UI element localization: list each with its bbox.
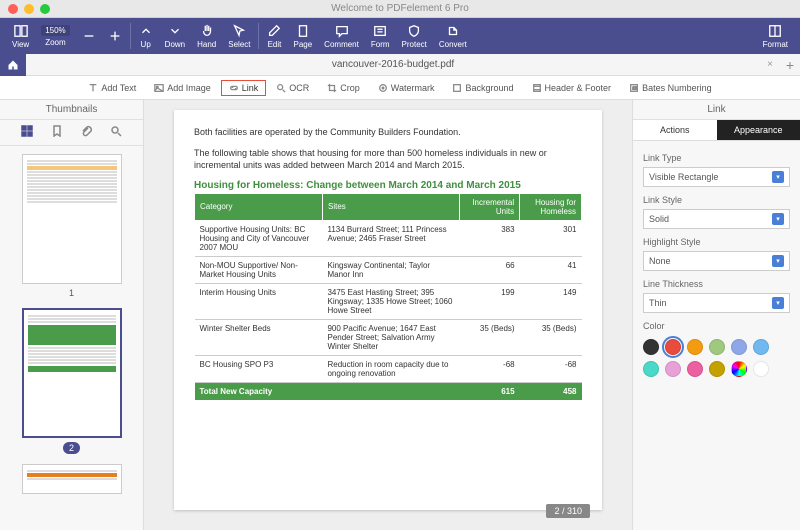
table-title: Housing for Homeless: Change between Mar…	[194, 180, 582, 191]
col-category: Category	[195, 193, 323, 220]
edit-button[interactable]: Edit	[261, 24, 287, 49]
view-button[interactable]: View	[6, 24, 35, 49]
color-swatch[interactable]	[643, 361, 659, 377]
highlight-style-select[interactable]: None▾	[643, 251, 790, 271]
header-footer-button[interactable]: Header & Footer	[524, 80, 620, 96]
search-icon[interactable]	[110, 125, 122, 140]
home-tab[interactable]	[0, 54, 26, 76]
pdf-page: Both facilities are operated by the Comm…	[174, 110, 602, 510]
thumbnails-panel: Thumbnails 1 2	[0, 100, 144, 530]
table-total-row: Total New Capacity615458	[195, 382, 582, 400]
thumbnail-1-label: 1	[69, 288, 74, 298]
color-swatch[interactable]	[687, 361, 703, 377]
housing-table: Category Sites Incremental Units Housing…	[194, 193, 582, 400]
link-style-label: Link Style	[643, 195, 790, 205]
color-swatch[interactable]	[709, 339, 725, 355]
thumbnail-page-3[interactable]	[22, 464, 122, 494]
color-swatch[interactable]	[709, 361, 725, 377]
page-up-button[interactable]: Up	[133, 24, 159, 49]
appearance-tab[interactable]: Appearance	[717, 120, 800, 141]
table-row: BC Housing SPO P3Reduction in room capac…	[195, 355, 582, 382]
edit-subtoolbar: Add Text Add Image Link OCR Crop Waterma…	[0, 76, 800, 100]
title-bar: Welcome to PDFelement 6 Pro	[0, 0, 800, 18]
link-style-select[interactable]: Solid▾	[643, 209, 790, 229]
thumbnails-view-icon[interactable]	[21, 125, 33, 140]
watermark-button[interactable]: Watermark	[370, 80, 443, 96]
color-label: Color	[643, 321, 790, 331]
thumbnail-list[interactable]: 1 2	[0, 146, 143, 530]
add-tab-button[interactable]: +	[780, 57, 800, 73]
thumbnail-2-label: 2	[63, 442, 80, 454]
comment-button[interactable]: Comment	[318, 24, 365, 49]
col-sites: Sites	[322, 193, 459, 220]
document-canvas[interactable]: Both facilities are operated by the Comm…	[144, 100, 632, 530]
line-thickness-select[interactable]: Thin▾	[643, 293, 790, 313]
color-swatch[interactable]	[731, 339, 747, 355]
color-swatch[interactable]	[731, 361, 747, 377]
document-tab[interactable]: vancouver-2016-budget.pdf	[26, 59, 760, 70]
tab-bar: vancouver-2016-budget.pdf × +	[0, 54, 800, 76]
color-swatches	[643, 339, 790, 377]
table-row: Supportive Housing Units: BC Housing and…	[195, 220, 582, 256]
zoom-out-button[interactable]	[76, 29, 102, 43]
add-image-button[interactable]: Add Image	[146, 80, 219, 96]
hand-tool-button[interactable]: Hand	[191, 24, 222, 49]
page-down-button[interactable]: Down	[159, 24, 191, 49]
paragraph-2: The following table shows that housing f…	[194, 147, 582, 172]
properties-panel: Link Actions Appearance Link Type Visibl…	[632, 100, 800, 530]
svg-text:12: 12	[632, 85, 637, 90]
close-tab-button[interactable]: ×	[760, 59, 780, 70]
link-type-select[interactable]: Visible Rectangle▾	[643, 167, 790, 187]
zoom-control[interactable]: 150%Zoom	[35, 25, 75, 47]
ocr-button[interactable]: OCR	[268, 80, 317, 96]
zoom-in-button[interactable]	[102, 29, 128, 43]
form-button[interactable]: Form	[365, 24, 396, 49]
crop-button[interactable]: Crop	[319, 80, 368, 96]
main-toolbar: View 150%Zoom Up Down Hand Select Edit P…	[0, 18, 800, 54]
color-swatch[interactable]	[643, 339, 659, 355]
thumbnail-page-1[interactable]	[22, 154, 122, 284]
add-text-button[interactable]: Add Text	[80, 80, 144, 96]
color-swatch[interactable]	[687, 339, 703, 355]
select-tool-button[interactable]: Select	[222, 24, 256, 49]
line-thickness-label: Line Thickness	[643, 279, 790, 289]
color-swatch[interactable]	[753, 361, 769, 377]
color-swatch[interactable]	[665, 339, 681, 355]
chevron-down-icon: ▾	[772, 255, 784, 267]
chevron-down-icon: ▾	[772, 297, 784, 309]
link-button[interactable]: Link	[221, 80, 267, 96]
table-row: Interim Housing Units3475 East Hasting S…	[195, 283, 582, 319]
highlight-style-label: Highlight Style	[643, 237, 790, 247]
paragraph-1: Both facilities are operated by the Comm…	[194, 126, 582, 139]
table-row: Non-MOU Supportive/ Non-Market Housing U…	[195, 256, 582, 283]
bates-button[interactable]: 12Bates Numbering	[621, 80, 720, 96]
page-indicator: 2 / 310	[546, 504, 590, 518]
thumbnail-page-2[interactable]	[22, 308, 122, 438]
chevron-down-icon: ▾	[772, 213, 784, 225]
actions-tab[interactable]: Actions	[633, 120, 717, 141]
format-button[interactable]: Format	[757, 24, 794, 49]
color-swatch[interactable]	[665, 361, 681, 377]
convert-button[interactable]: Convert	[433, 24, 473, 49]
page-button[interactable]: Page	[287, 24, 318, 49]
properties-title: Link	[633, 100, 800, 120]
background-button[interactable]: Background	[444, 80, 521, 96]
protect-button[interactable]: Protect	[396, 24, 433, 49]
table-row: Winter Shelter Beds900 Pacific Avenue; 1…	[195, 319, 582, 355]
thumbnails-title: Thumbnails	[0, 100, 143, 120]
bookmarks-icon[interactable]	[51, 125, 63, 140]
window-title: Welcome to PDFelement 6 Pro	[0, 3, 800, 14]
color-swatch[interactable]	[753, 339, 769, 355]
chevron-down-icon: ▾	[772, 171, 784, 183]
col-units: Incremental Units	[460, 193, 520, 220]
col-homeless: Housing for Homeless	[520, 193, 582, 220]
attachments-icon[interactable]	[80, 125, 92, 140]
link-type-label: Link Type	[643, 153, 790, 163]
